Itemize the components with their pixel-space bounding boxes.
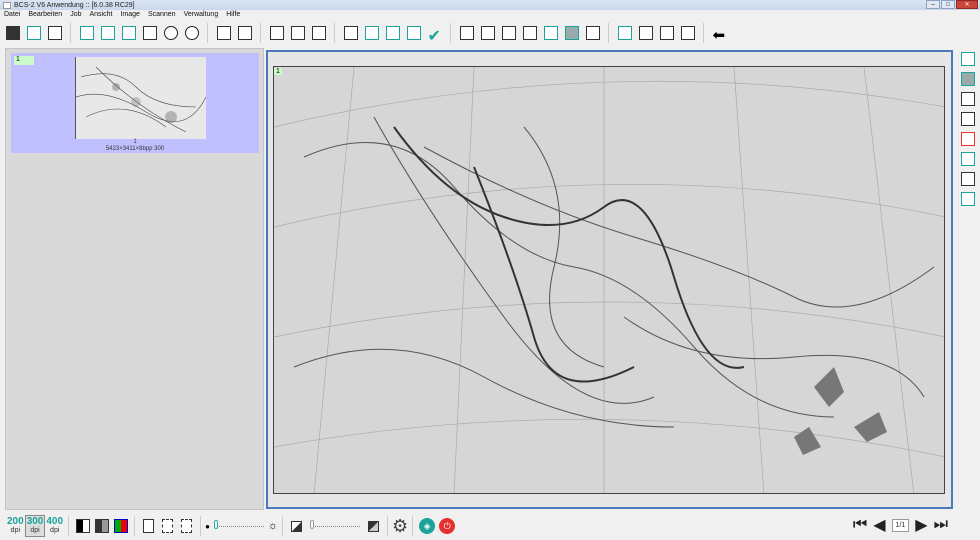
start-scan-icon[interactable]: ◈ (419, 518, 436, 534)
image-icon[interactable] (520, 24, 539, 43)
dpi-300-button[interactable]: 300 dpi (24, 515, 46, 537)
dpi-unit: dpi (30, 527, 40, 534)
insert-page-icon[interactable] (636, 24, 655, 43)
close-button[interactable]: ✕ (956, 0, 978, 9)
add-page-icon[interactable] (615, 24, 634, 43)
clipboard-icon[interactable] (267, 24, 286, 43)
menu-hilfe[interactable]: Hilfe (222, 11, 244, 21)
split-center-icon[interactable] (362, 24, 381, 43)
fit-page-icon[interactable] (119, 24, 138, 43)
page-flip-icon[interactable] (457, 24, 476, 43)
thumbnail-number: 1 (14, 56, 34, 65)
menu-bar: Datei Bearbeiten Job Ansicht Image Scann… (0, 11, 244, 21)
zoom-in-icon[interactable] (161, 24, 180, 43)
page-a4-icon[interactable] (177, 517, 196, 536)
power-icon[interactable]: ⏻ (439, 518, 456, 534)
last-page-icon[interactable]: ⏭ (934, 516, 948, 534)
actual-size-icon[interactable] (140, 24, 159, 43)
exit-icon[interactable] (45, 24, 64, 43)
first-page-icon[interactable]: ⏮ (853, 516, 867, 534)
scanned-map-image (273, 66, 945, 494)
frame-gray-icon[interactable] (562, 24, 581, 43)
grayscale-mode-icon[interactable] (92, 517, 111, 536)
menu-verwaltung[interactable]: Verwaltung (180, 11, 223, 21)
page-a2-icon[interactable] (158, 517, 177, 536)
title-bar: BCS-2 V6 Anwendung :: [6.0.38 RC29] – □ … (0, 0, 980, 10)
menu-ansicht[interactable]: Ansicht (86, 11, 117, 21)
contrast-slider[interactable] (310, 520, 360, 529)
dpi-400-button[interactable]: 400 dpi (45, 516, 64, 536)
toolbar: ✔ ⬅ (3, 21, 729, 45)
page-flip-icon[interactable] (960, 90, 977, 107)
bw-mode-icon[interactable] (73, 517, 92, 536)
page-navigation: ⏮ ◀ 1/1 ▶ ⏭ (853, 515, 948, 535)
red-corners-icon[interactable] (960, 130, 977, 147)
thumbnail-item[interactable]: 1 1 5423×3411×8bpp 300 (11, 53, 259, 153)
contrast-high-icon (364, 517, 383, 536)
split-right-icon[interactable] (404, 24, 423, 43)
dpi-200-button[interactable]: 200 dpi (6, 516, 25, 536)
image-viewer[interactable]: 1 (266, 50, 953, 509)
upload-image-icon[interactable] (499, 24, 518, 43)
settings-gear-icon[interactable]: ⚙ (392, 516, 408, 537)
zoom-out-icon[interactable] (182, 24, 201, 43)
dpi-value: 400 (46, 516, 64, 527)
page-marker: 1 (274, 68, 282, 75)
replace-page-icon[interactable] (657, 24, 676, 43)
paste-icon[interactable] (309, 24, 328, 43)
next-page-icon[interactable]: ▶ (915, 515, 927, 535)
thumbnail-info: 5423×3411×8bpp 300 (105, 146, 165, 152)
dpi-unit: dpi (10, 527, 21, 534)
frame-white-icon[interactable] (960, 50, 977, 67)
menu-scannen[interactable]: Scannen (144, 11, 180, 21)
back-arrow-icon[interactable]: ⬅ (710, 24, 729, 44)
save-icon[interactable] (3, 24, 22, 43)
crop-corner-icon[interactable] (341, 24, 360, 43)
frame-white-icon[interactable] (541, 24, 560, 43)
prev-page-icon[interactable]: ◀ (873, 515, 885, 535)
menu-datei[interactable]: Datei (0, 11, 24, 21)
maximize-button[interactable]: □ (941, 0, 955, 9)
cut-icon[interactable] (288, 24, 307, 43)
thumbnail-panel: 1 1 5423×3411×8bpp 300 (5, 48, 264, 510)
color-mode-icon[interactable] (111, 517, 130, 536)
scan-to-screen-icon[interactable] (24, 24, 43, 43)
minimize-button[interactable]: – (926, 0, 940, 9)
fit-width-icon[interactable] (98, 24, 117, 43)
menu-image[interactable]: Image (116, 11, 143, 21)
rotate-page-icon[interactable] (478, 24, 497, 43)
thumbnail-label: 1 (133, 139, 137, 145)
right-toolbar (958, 50, 978, 207)
split-center-icon[interactable] (960, 150, 977, 167)
brightness-slider[interactable] (213, 520, 264, 529)
dpi-value: 300 (26, 516, 44, 527)
job-next-icon[interactable] (235, 24, 254, 43)
dpi-value: 200 (7, 516, 24, 527)
rotate-page-icon[interactable] (960, 110, 977, 127)
frame-gray-icon[interactable] (960, 70, 977, 87)
thumbnail-image (75, 57, 206, 139)
menu-job[interactable]: Job (66, 11, 85, 21)
edit-image-icon[interactable] (583, 24, 602, 43)
window-title: BCS-2 V6 Anwendung :: [6.0.38 RC29] (14, 1, 135, 9)
contrast-low-icon (287, 517, 306, 536)
job-settings-icon[interactable] (214, 24, 233, 43)
brightness-high-icon: ☼ (267, 520, 278, 532)
page-indicator: 1/1 (891, 518, 910, 532)
brightness-low-icon: ● (205, 521, 210, 531)
dpi-unit: dpi (50, 527, 60, 534)
crop-corner-icon[interactable] (960, 170, 977, 187)
bottom-toolbar: 200 dpi 300 dpi 400 dpi ● ☼ ⚙ ◈ ⏻ (0, 512, 980, 540)
fit-height-icon[interactable] (77, 24, 96, 43)
split-both-icon[interactable] (960, 190, 977, 207)
menu-bearbeiten[interactable]: Bearbeiten (24, 11, 66, 21)
page-a3-icon[interactable] (139, 517, 158, 536)
app-icon (3, 1, 11, 9)
split-left-icon[interactable] (383, 24, 402, 43)
confirm-check-icon[interactable]: ✔ (425, 24, 444, 45)
move-page-icon[interactable] (678, 24, 697, 43)
